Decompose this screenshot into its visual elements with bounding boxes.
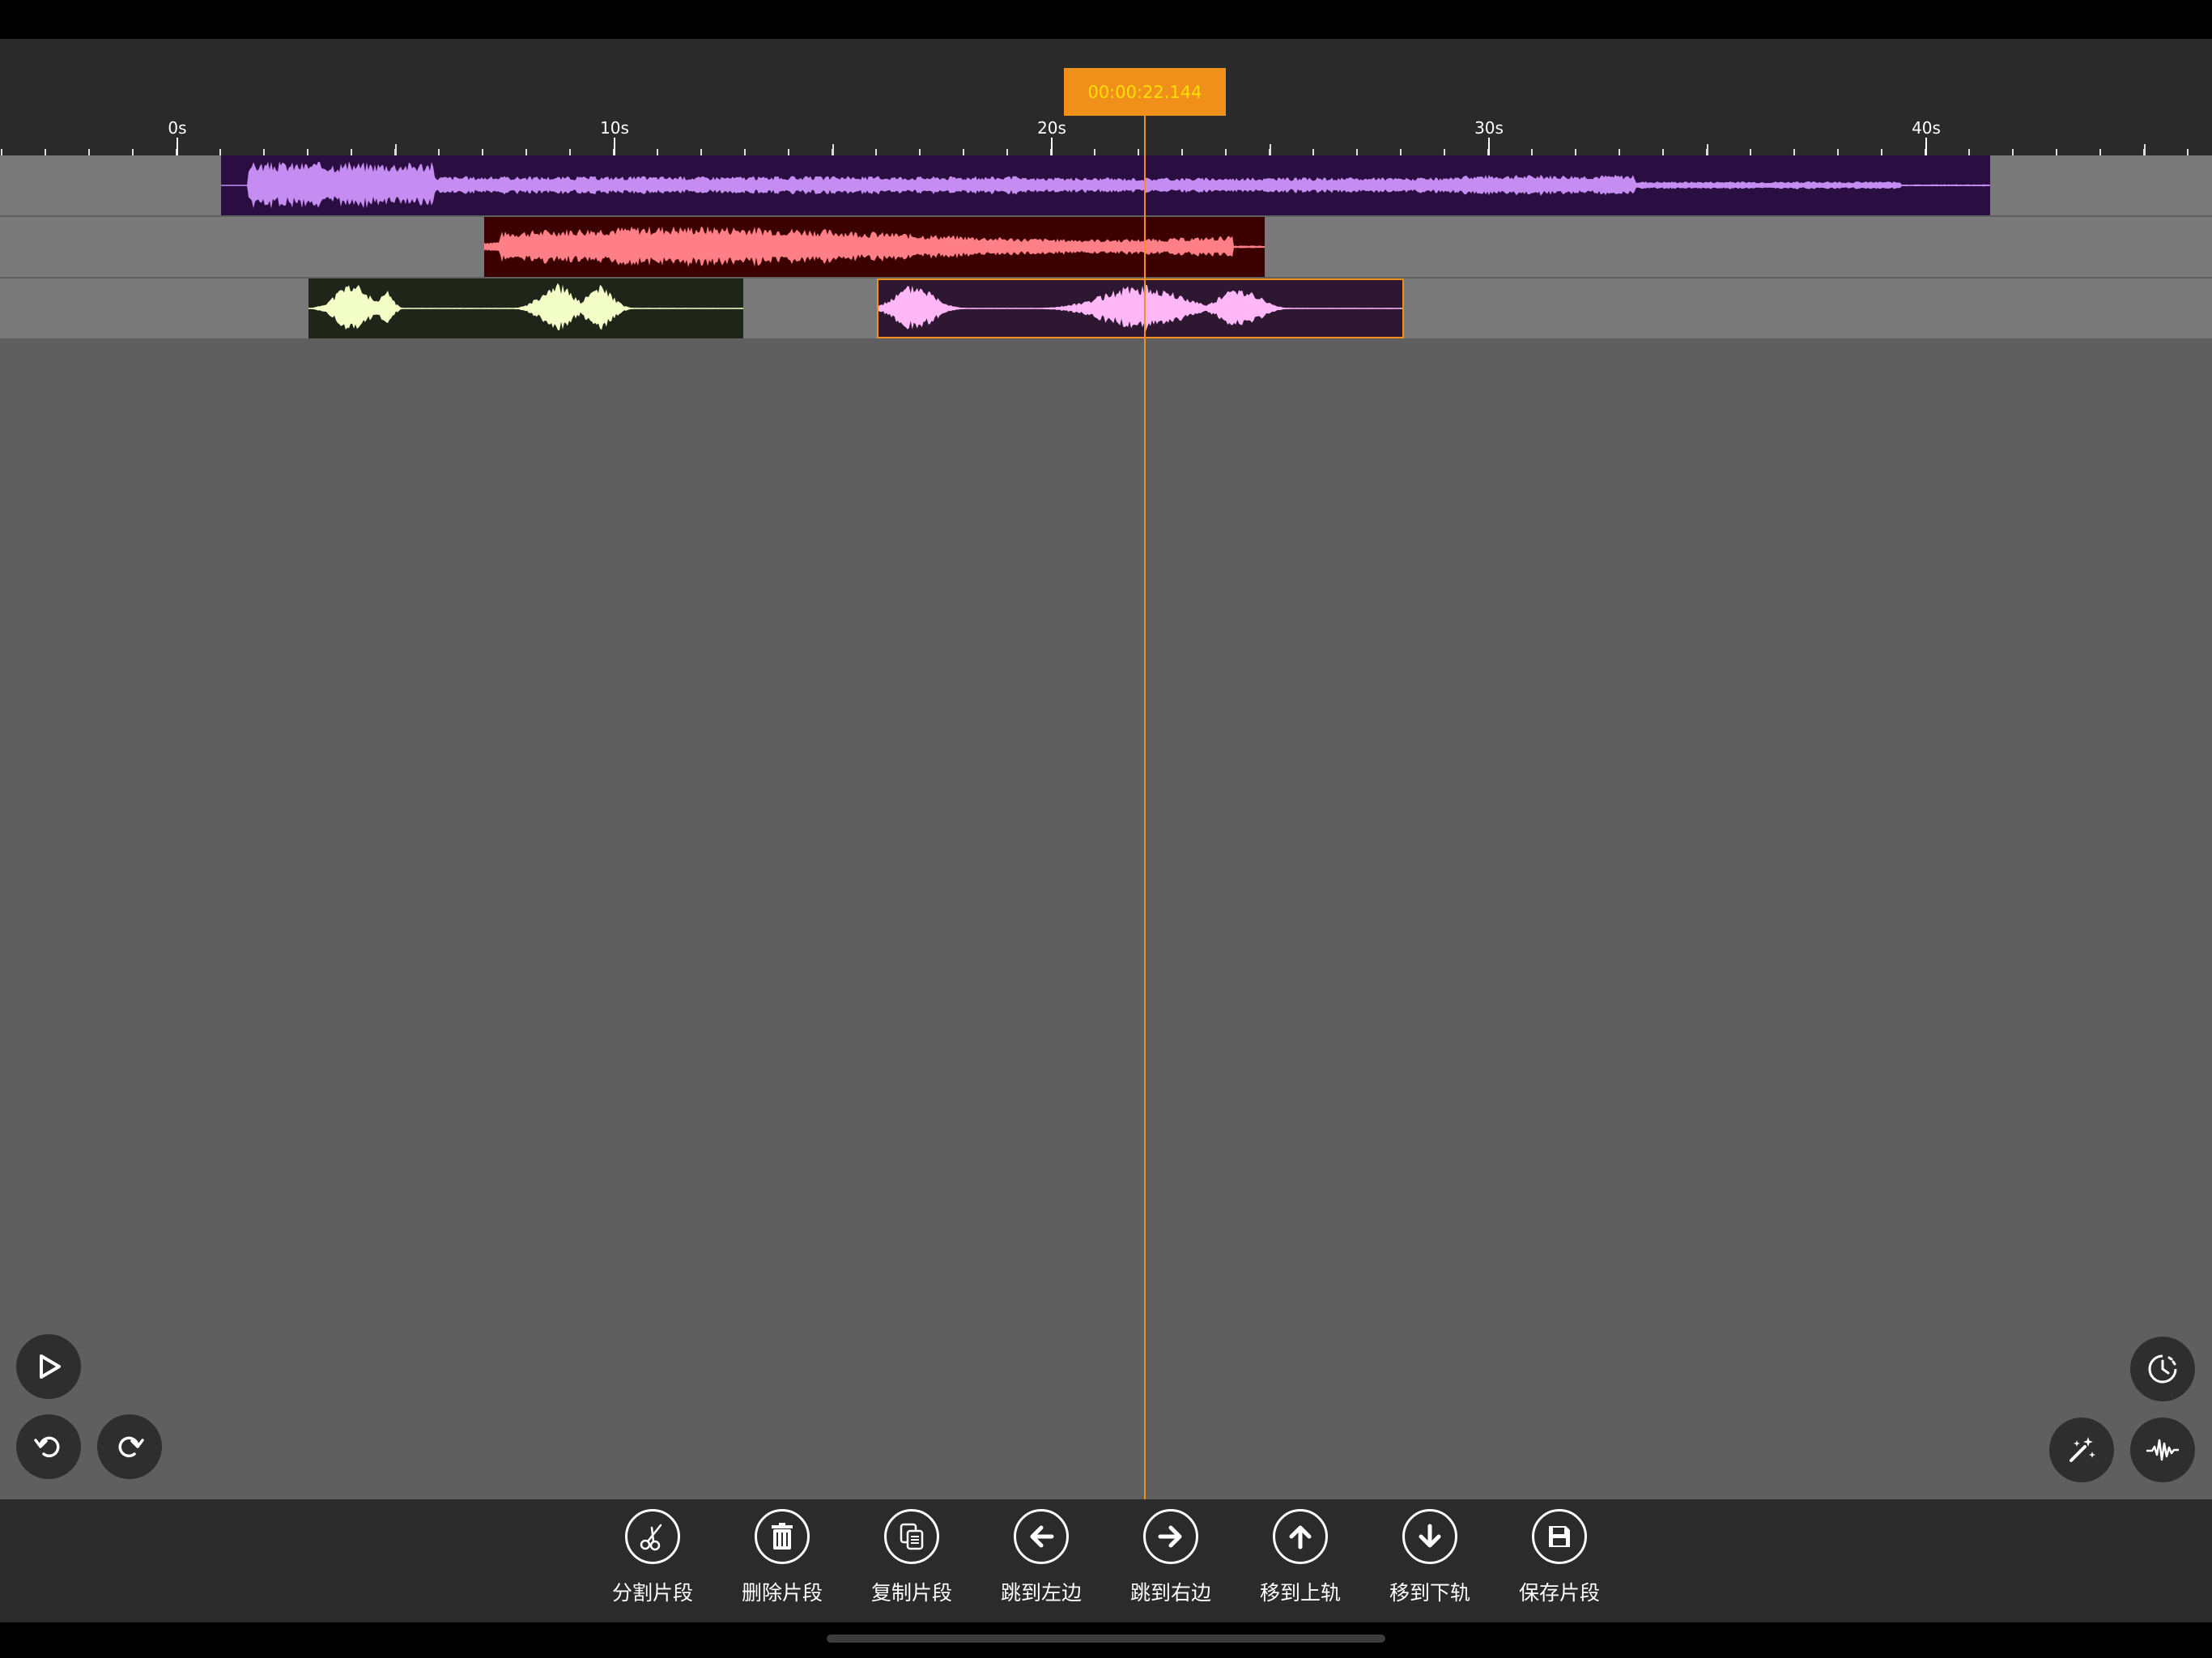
audio-clip[interactable]: [221, 155, 1990, 215]
delete-clip-label: 删除片段: [741, 1581, 823, 1605]
arrow-left-icon: [1030, 1525, 1054, 1548]
save-clip-label: 保存片段: [1518, 1581, 1600, 1605]
clip-waveform: [878, 284, 1402, 332]
track-lane-2[interactable]: [0, 217, 2212, 277]
save-clip-button[interactable]: 保存片段: [1500, 1499, 1622, 1622]
jump-right-label: 跳到右边: [1129, 1581, 1211, 1605]
waveform-button[interactable]: [2130, 1418, 2195, 1482]
home-indicator[interactable]: [827, 1635, 1385, 1643]
move-down-button[interactable]: 移到下轨: [1371, 1499, 1492, 1622]
ruler-tick-label: 40s: [1912, 118, 1941, 138]
clock-icon: [2148, 1354, 2177, 1384]
delete-clip-button[interactable]: 删除片段: [723, 1499, 844, 1622]
copy-icon: [900, 1523, 924, 1550]
ruler-tick-label: 0s: [168, 118, 186, 138]
clip-waveform: [221, 161, 1990, 209]
magic-wand-icon: [2069, 1437, 2095, 1462]
arrow-down-icon: [1419, 1524, 1441, 1548]
audio-clip[interactable]: [308, 278, 743, 338]
playhead-line[interactable]: [1144, 116, 1146, 1500]
undo-button[interactable]: [16, 1414, 81, 1479]
move-up-button[interactable]: 移到上轨: [1241, 1499, 1363, 1622]
ruler-tick-label: 20s: [1037, 118, 1066, 138]
track-lane-1[interactable]: [0, 155, 2212, 215]
clip-waveform: [308, 283, 743, 330]
jump-right-button[interactable]: 跳到右边: [1112, 1499, 1233, 1622]
time-format-button[interactable]: [2130, 1337, 2195, 1401]
save-icon: [1549, 1526, 1570, 1547]
redo-icon: [118, 1436, 144, 1458]
playhead-time-badge[interactable]: 00:00:22.144: [1064, 68, 1226, 116]
clip-toolbar: 分割片段 删除片段 复制片段 跳到左边 跳到右边 移到上轨 移到下轨 保存片段: [0, 1499, 2212, 1622]
arrow-right-icon: [1158, 1525, 1182, 1548]
waveform-icon: [2146, 1439, 2179, 1461]
jump-left-button[interactable]: 跳到左边: [982, 1499, 1104, 1622]
tracks-area[interactable]: [0, 155, 2212, 1499]
move-up-label: 移到上轨: [1259, 1581, 1341, 1605]
track-lane-3[interactable]: [0, 278, 2212, 338]
copy-clip-label: 复制片段: [870, 1581, 952, 1605]
effects-button[interactable]: [2049, 1418, 2114, 1482]
copy-clip-button[interactable]: 复制片段: [853, 1499, 974, 1622]
arrow-up-icon: [1289, 1525, 1312, 1550]
jump-left-label: 跳到左边: [1000, 1581, 1082, 1605]
status-bar: [0, 0, 2212, 39]
trash-icon: [772, 1523, 793, 1550]
redo-button[interactable]: [97, 1414, 162, 1479]
ruler-tick-label: 30s: [1474, 118, 1504, 138]
clip-waveform: [484, 226, 1265, 267]
undo-icon: [34, 1436, 60, 1458]
ruler-tick-label: 10s: [600, 118, 629, 138]
split-clip-button[interactable]: 分割片段: [593, 1499, 715, 1622]
audio-clip-selected[interactable]: [877, 278, 1404, 338]
play-button[interactable]: [16, 1334, 81, 1399]
audio-clip[interactable]: [484, 217, 1265, 277]
play-icon: [40, 1354, 61, 1379]
split-clip-label: 分割片段: [611, 1581, 693, 1605]
move-down-label: 移到下轨: [1389, 1581, 1470, 1605]
scissors-icon: [640, 1524, 662, 1551]
